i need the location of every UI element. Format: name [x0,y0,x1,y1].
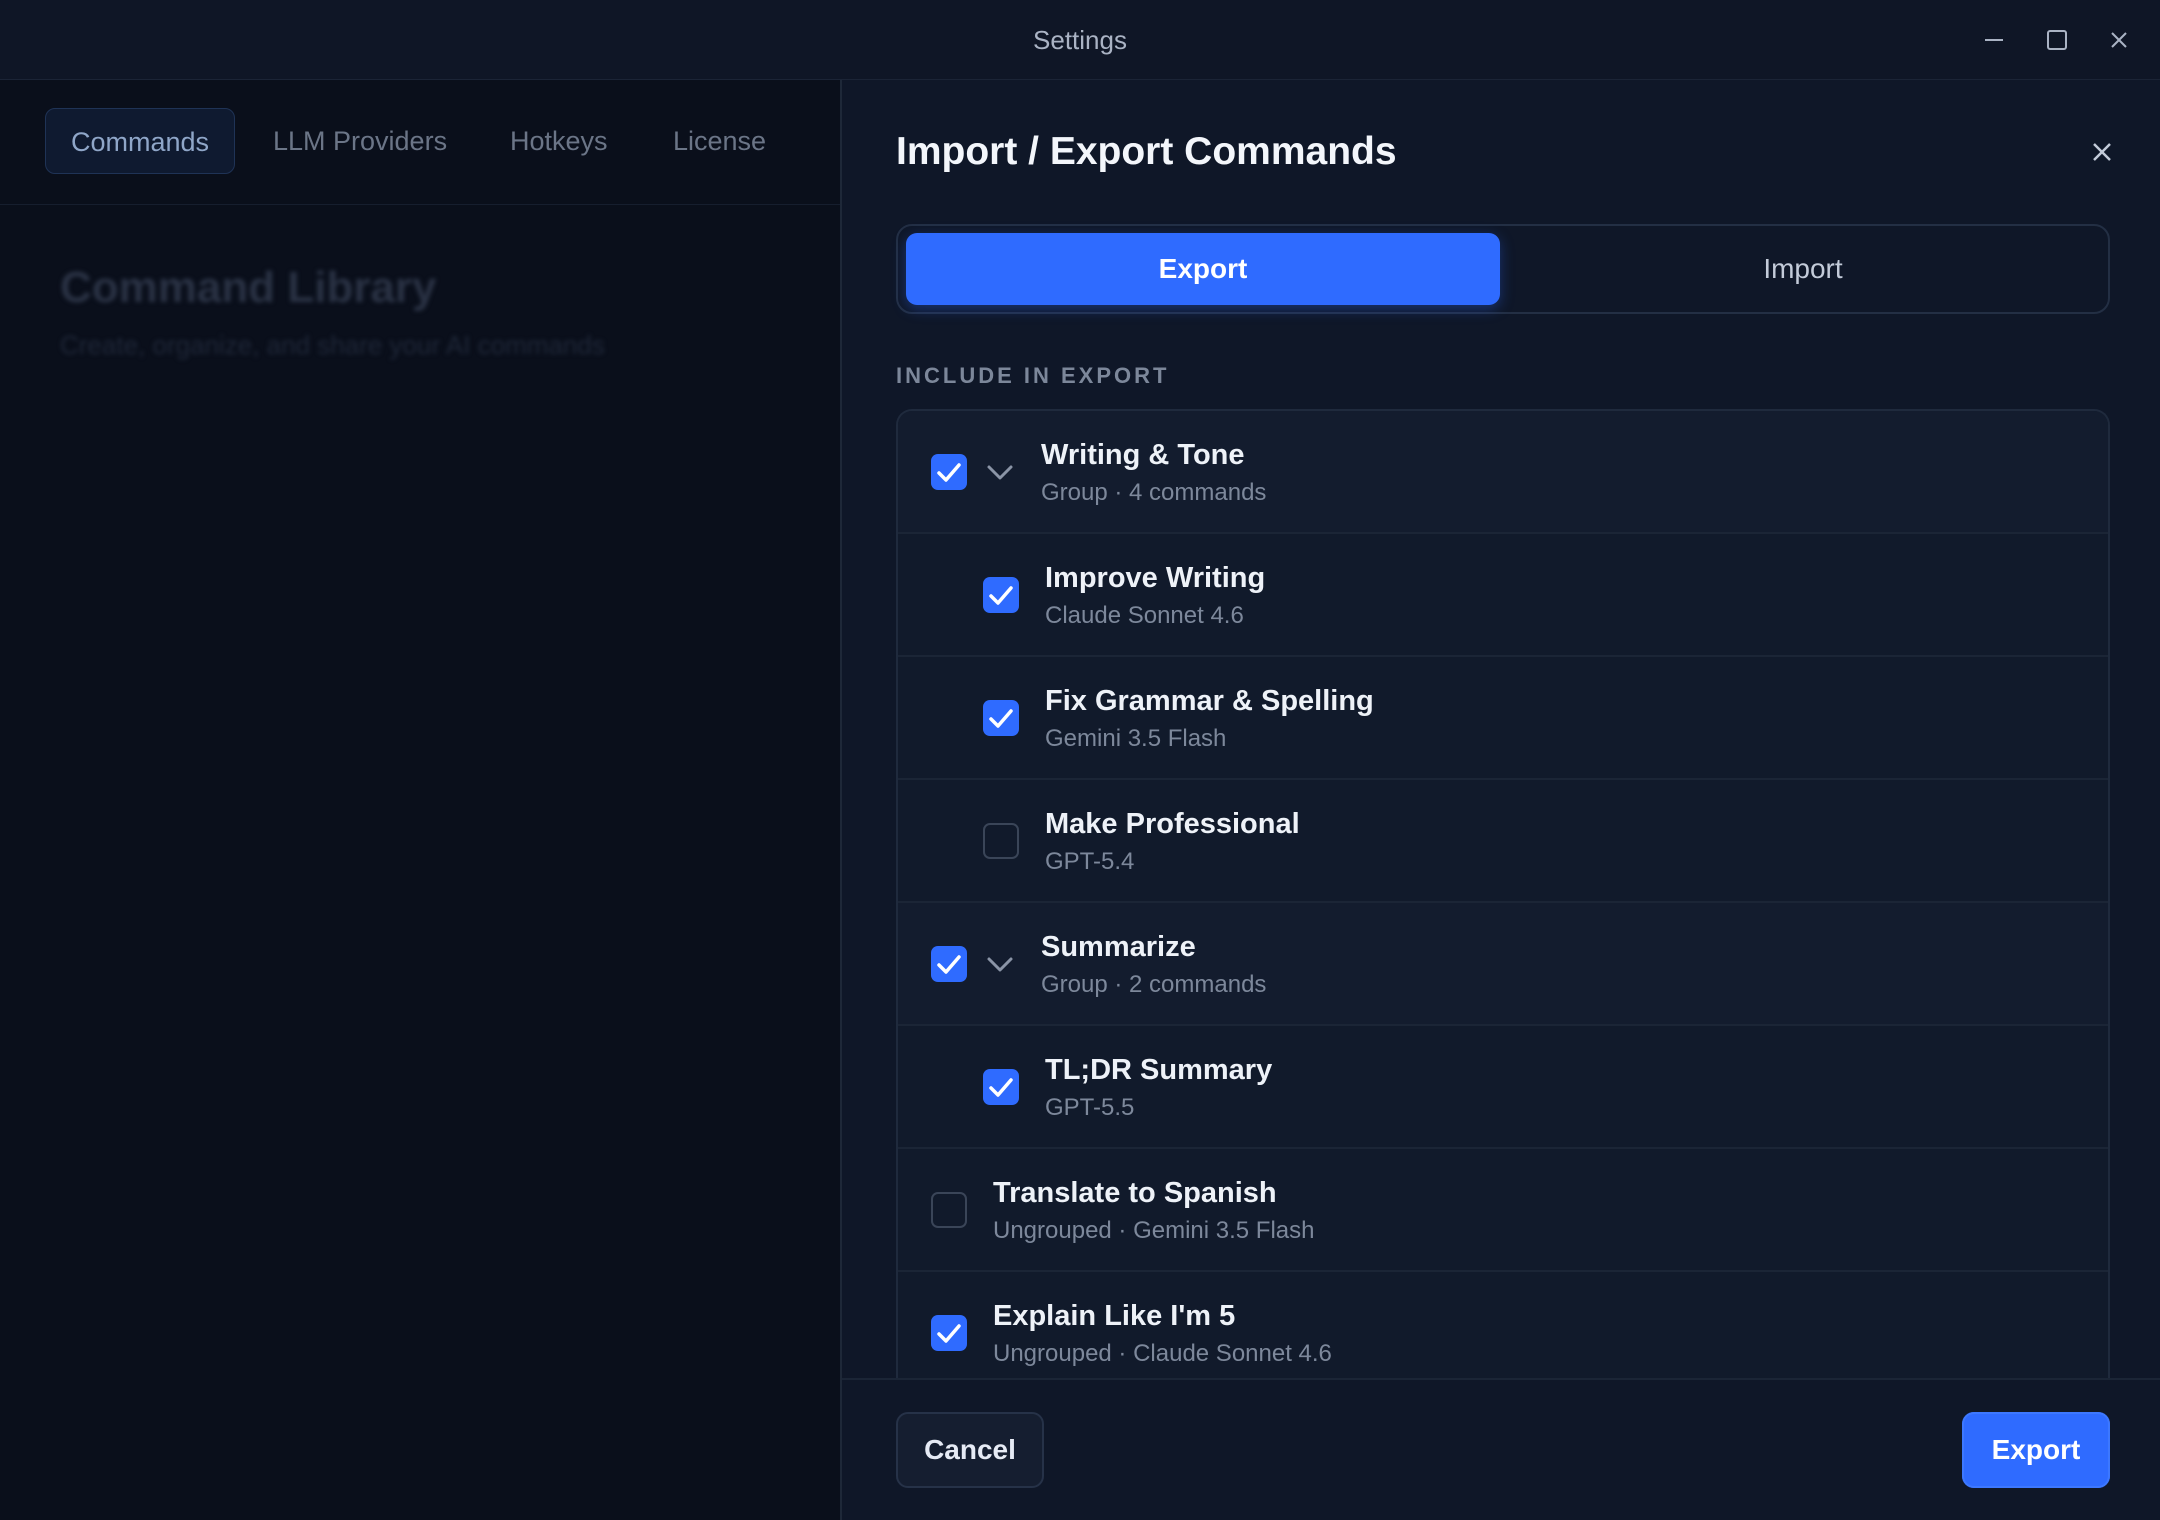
item-subtitle: GPT-5.4 [1045,848,1135,875]
export-tab[interactable]: Export [906,233,1500,305]
item-name: Translate to Spanish [993,1177,1277,1209]
close-icon [2093,143,2111,161]
checkmark-icon [937,463,961,482]
library-subtitle: Create, organize, and share your AI comm… [60,330,605,360]
cancel-button[interactable]: Cancel [896,1412,1044,1488]
list-item[interactable]: Explain Like I'm 5 Ungrouped · Claude So… [898,1272,2108,1395]
import-export-panel: Import / Export Commands Export Import I… [840,80,2160,1520]
mode-segmented-control: Export Import [896,224,2110,314]
chevron-down-icon[interactable] [985,953,1015,975]
item-subtitle: Claude Sonnet 4.6 [1045,602,1244,629]
checkbox-checked[interactable] [931,454,967,490]
list-item[interactable]: Translate to Spanish Ungrouped · Gemini … [898,1149,2108,1272]
settings-page: Commands LLM Providers Hotkeys License C… [0,80,840,1520]
title-bar: Settings [0,0,2160,80]
minimize-button[interactable] [1974,20,2014,60]
item-subtitle: Group · 2 commands [1041,971,1267,998]
chevron-down-icon[interactable] [985,461,1015,483]
list-item[interactable]: Improve Writing Claude Sonnet 4.6 [898,534,2108,657]
checkbox-checked[interactable] [983,1069,1019,1105]
item-subtitle: Ungrouped · Claude Sonnet 4.6 [993,1340,1332,1367]
dialog-footer: Cancel Export [842,1378,2160,1520]
minimize-icon [1985,39,2003,41]
close-icon [2111,32,2127,48]
maximize-icon [2047,30,2067,50]
checkbox-checked[interactable] [983,577,1019,613]
list-item-group[interactable]: Writing & Tone Group · 4 commands [898,411,2108,534]
item-subtitle: Group · 4 commands [1041,479,1267,506]
dialog-close-button[interactable] [2082,132,2122,172]
settings-tabs: Commands LLM Providers Hotkeys License [0,80,840,205]
checkbox-checked[interactable] [931,946,967,982]
dialog-title: Import / Export Commands [896,130,1397,173]
checkmark-icon [937,955,961,974]
window-close-button[interactable] [2099,20,2139,60]
window-title: Settings [1033,25,1127,55]
command-list: Writing & Tone Group · 4 commands Improv… [896,409,2110,1409]
item-name: Explain Like I'm 5 [993,1300,1236,1332]
item-name: TL;DR Summary [1045,1054,1273,1086]
item-name: Improve Writing [1045,562,1266,594]
item-subtitle: GPT-5.5 [1045,1094,1135,1121]
tab-commands[interactable]: Commands [45,108,236,174]
item-subtitle: Gemini 3.5 Flash [1045,725,1227,752]
tab-hotkeys[interactable]: Hotkeys [485,108,633,174]
list-item-group[interactable]: Summarize Group · 2 commands [898,903,2108,1026]
list-item[interactable]: TL;DR Summary GPT-5.5 [898,1026,2108,1149]
import-tab[interactable]: Import [1506,233,2100,305]
checkmark-icon [937,1324,961,1343]
item-name: Writing & Tone [1041,439,1245,471]
checkbox-checked[interactable] [931,1315,967,1351]
checkbox-unchecked[interactable] [983,823,1019,859]
section-label: INCLUDE IN EXPORT [896,363,1170,388]
item-name: Fix Grammar & Spelling [1045,685,1374,717]
checkbox-checked[interactable] [983,700,1019,736]
item-subtitle: Ungrouped · Gemini 3.5 Flash [993,1217,1315,1244]
tab-license[interactable]: License [648,108,791,174]
maximize-button[interactable] [2037,20,2077,60]
checkmark-icon [989,1078,1013,1097]
item-name: Make Professional [1045,808,1300,840]
library-title: Command Library [60,263,437,312]
tab-llm-providers[interactable]: LLM Providers [248,108,472,174]
checkmark-icon [989,709,1013,728]
list-item[interactable]: Fix Grammar & Spelling Gemini 3.5 Flash [898,657,2108,780]
list-item[interactable]: Make Professional GPT-5.4 [898,780,2108,903]
checkbox-unchecked[interactable] [931,1192,967,1228]
item-name: Summarize [1041,931,1196,963]
export-button[interactable]: Export [1962,1412,2110,1488]
checkmark-icon [989,586,1013,605]
